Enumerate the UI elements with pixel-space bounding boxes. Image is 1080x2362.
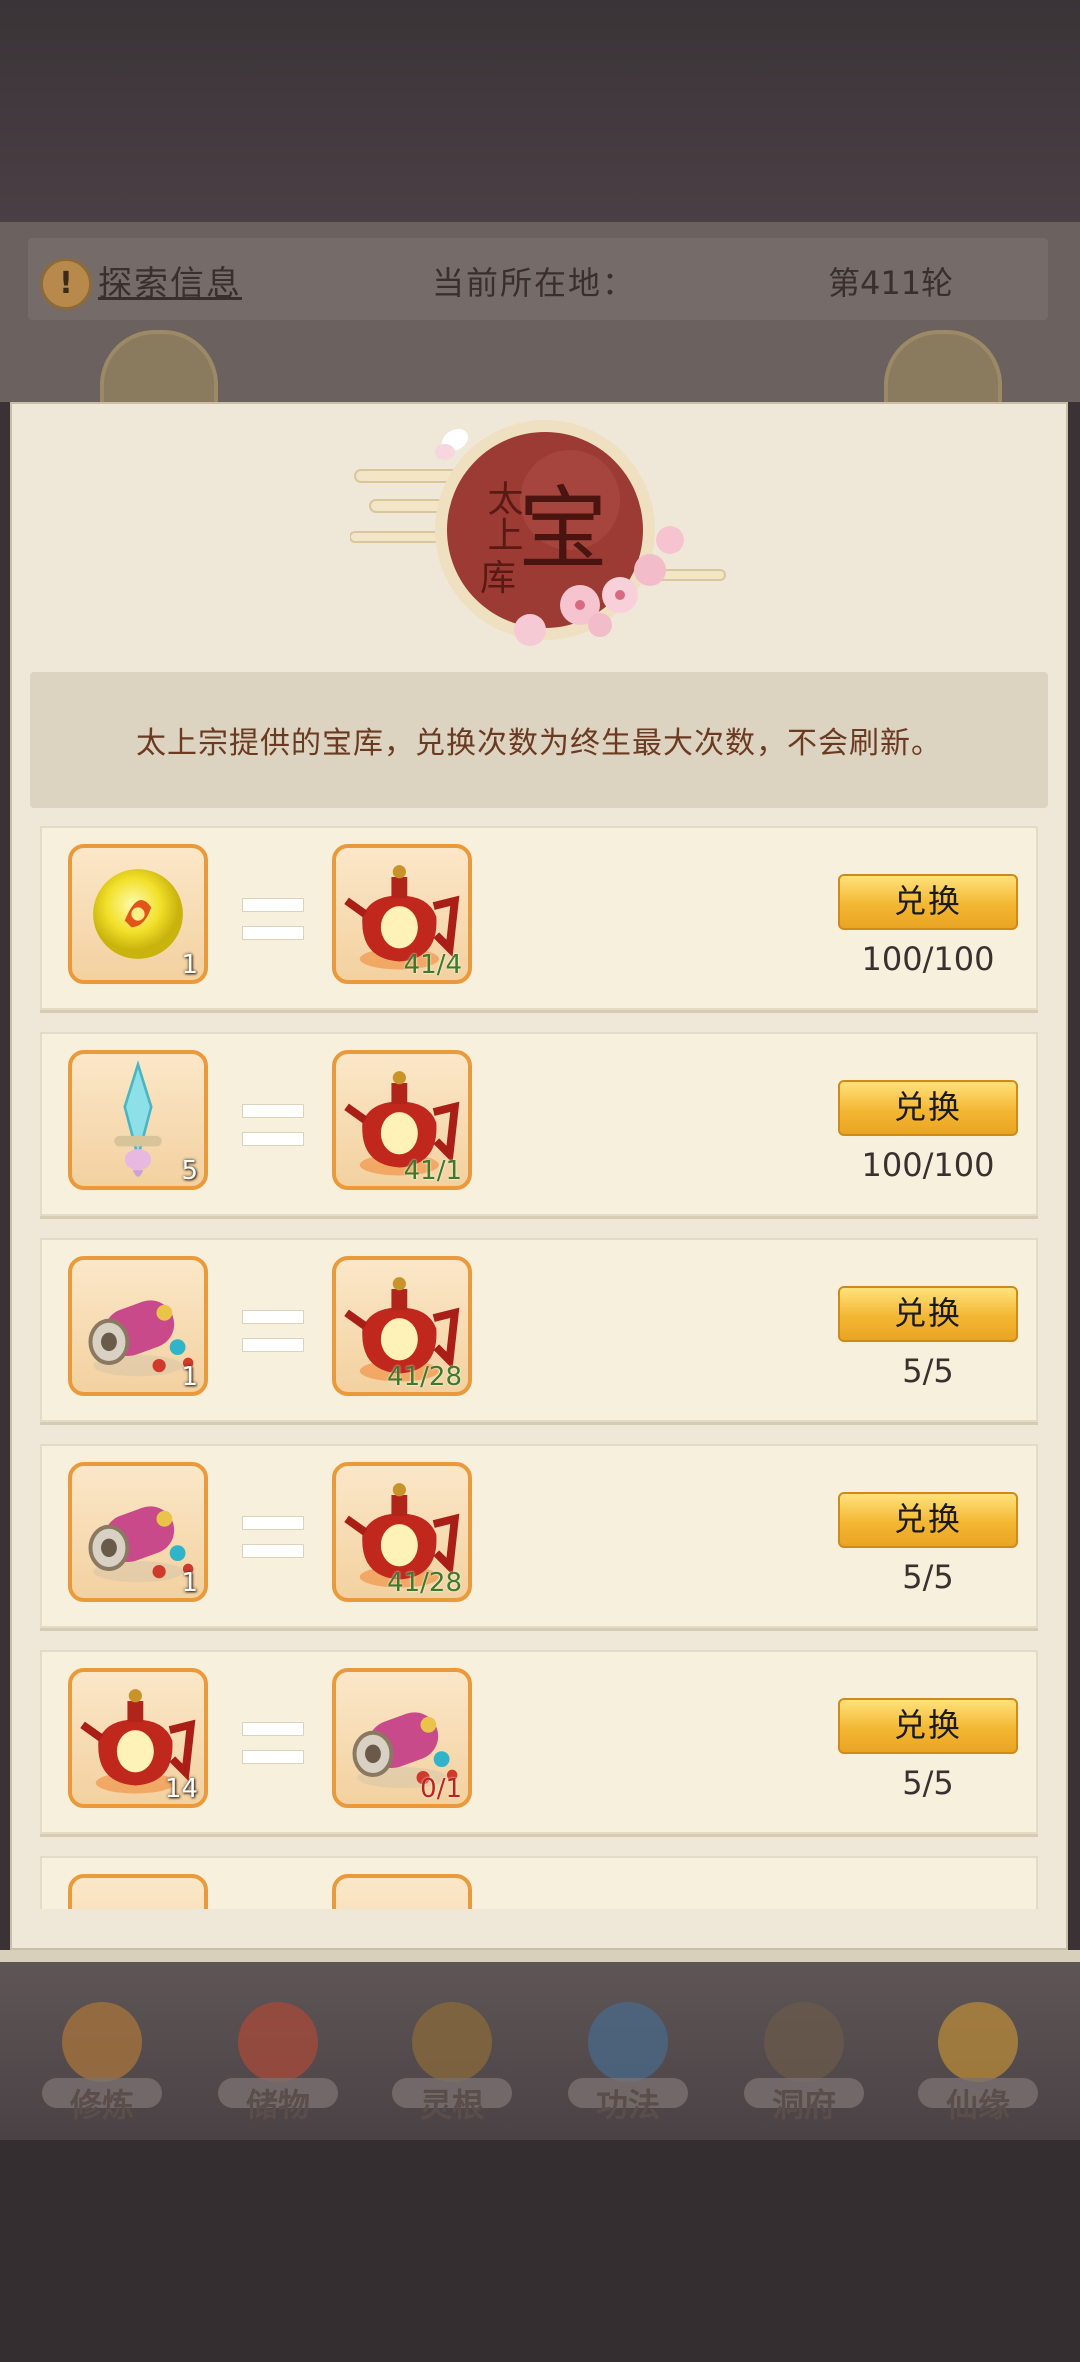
exchange-button[interactable]: 兑换 [838, 1080, 1018, 1136]
treasury-emblem: 太上 宝 库 [350, 420, 726, 646]
offered-item-count: 1 [181, 950, 198, 980]
required-item-slot[interactable]: 41/4 [332, 844, 472, 984]
offered-item-slot[interactable]: 1 [68, 844, 208, 984]
required-item-slot[interactable]: 41/1 [332, 1050, 472, 1190]
immortal-fate-icon [938, 2002, 1018, 2082]
offered-item-count: 1 [181, 1362, 198, 1392]
exchange-row: 14 0/1 兑换 5/5 [40, 1650, 1038, 1834]
exchange-row: 1 41/28 兑换 5/5 [40, 1238, 1038, 1422]
exchange-row: 5 41/1 兑换 100/100 [40, 1032, 1038, 1216]
equals-icon [242, 1104, 304, 1148]
dialog-footer [0, 1950, 1080, 1962]
equals-icon [242, 1310, 304, 1354]
round-counter: 第411轮 [828, 264, 954, 302]
description-text: 太上宗提供的宝库，兑换次数为终生最大次数，不会刷新。 [136, 726, 942, 761]
required-item-count: 41/28 [387, 1568, 462, 1598]
required-item-count: 41/4 [403, 950, 462, 980]
exchange-button[interactable]: 兑换 [838, 1698, 1018, 1754]
required-item-slot[interactable]: 41/28 [332, 1462, 472, 1602]
bottom-backdrop [0, 2140, 1080, 2362]
offered-item-slot[interactable] [68, 1874, 208, 1909]
nav-label: 仙缘 [945, 2086, 1010, 2124]
emblem-top-text: 太上 [482, 480, 523, 552]
required-item-slot[interactable]: 0/1 [332, 1668, 472, 1808]
spirit-root-icon [412, 2002, 492, 2082]
required-item-slot[interactable] [332, 1874, 472, 1909]
emblem-main-char: 宝 [518, 477, 608, 582]
bottom-nav: 修炼 储物 灵根 功法 洞府 仙缘 [0, 1962, 1080, 2140]
equals-icon [242, 898, 304, 942]
exchange-limit: 5/5 [902, 1558, 954, 1596]
exchange-list[interactable]: 1 41/4 兑换 100/100 5 41/1 兑换 100/100 1 41/28 兑换 5/5 1… [36, 826, 1044, 1909]
exchange-button[interactable]: 兑换 [838, 1492, 1018, 1548]
nav-item-2[interactable]: 灵根 [392, 1998, 512, 2128]
nav-label: 修炼 [69, 2086, 134, 2124]
emblem-bottom-char: 库 [480, 558, 516, 599]
nav-item-0[interactable]: 修炼 [42, 1998, 162, 2128]
equals-icon [242, 1722, 304, 1766]
nav-item-4[interactable]: 洞府 [744, 1998, 864, 2128]
nav-item-3[interactable]: 功法 [568, 1998, 688, 2128]
technique-book-icon [588, 2002, 668, 2082]
cultivator-icon [62, 2002, 142, 2082]
exchange-button[interactable]: 兑换 [838, 1286, 1018, 1342]
exchange-row: 1 41/28 兑换 5/5 [40, 1444, 1038, 1628]
exchange-limit: 100/100 [861, 1146, 995, 1184]
nav-label: 功法 [595, 2086, 660, 2124]
warning-icon[interactable]: ! [40, 258, 92, 310]
explore-info-link[interactable]: 探索信息 [98, 256, 242, 305]
current-location-label: 当前所在地： [432, 264, 637, 302]
nav-label: 灵根 [419, 2086, 484, 2124]
required-item-count: 41/1 [403, 1156, 462, 1186]
required-item-count: 0/1 [420, 1774, 462, 1804]
exchange-limit: 100/100 [861, 940, 995, 978]
equals-icon [242, 1516, 304, 1560]
top-backdrop [0, 0, 1080, 222]
exchange-row: 1 41/4 兑换 100/100 [40, 826, 1038, 1010]
offered-item-slot[interactable]: 1 [68, 1256, 208, 1396]
offered-item-count: 1 [181, 1568, 198, 1598]
exchange-limit: 5/5 [902, 1764, 954, 1802]
cave-dwelling-icon [764, 2002, 844, 2082]
exchange-limit: 5/5 [902, 1352, 954, 1390]
required-item-count: 41/28 [387, 1362, 462, 1392]
offered-item-slot[interactable]: 1 [68, 1462, 208, 1602]
required-item-slot[interactable]: 41/28 [332, 1256, 472, 1396]
offered-item-count: 14 [164, 1774, 198, 1804]
nav-item-5[interactable]: 仙缘 [918, 1998, 1038, 2128]
exchange-button[interactable]: 兑换 [838, 874, 1018, 930]
offered-item-slot[interactable]: 14 [68, 1668, 208, 1808]
exchange-row-partial [40, 1856, 1038, 1909]
nav-item-1[interactable]: 储物 [218, 1998, 338, 2128]
offered-item-slot[interactable]: 5 [68, 1050, 208, 1190]
storage-bag-icon [238, 2002, 318, 2082]
nav-label: 洞府 [771, 2086, 836, 2124]
offered-item-count: 5 [181, 1156, 198, 1186]
nav-label: 储物 [245, 2086, 310, 2124]
